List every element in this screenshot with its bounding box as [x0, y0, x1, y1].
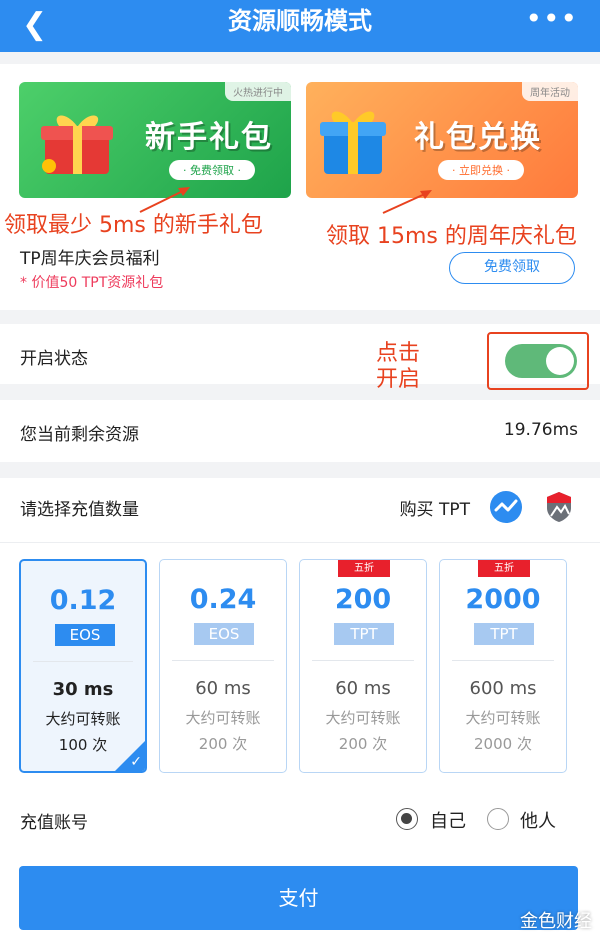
recharge-option-card[interactable]: 五折 200 TPT 60 ms 大约可转账 200 次: [299, 559, 427, 773]
resource-value: 19.76ms: [503, 420, 578, 440]
option-ms: 30 ms: [52, 679, 114, 700]
newbie-gift-banner[interactable]: 火热进行中 新手礼包 · 免费领取 ·: [19, 82, 291, 198]
trend-chart-icon[interactable]: [489, 490, 523, 524]
discount-badge: 五折: [478, 560, 530, 577]
welfare-title: TP周年庆会员福利: [20, 249, 160, 269]
shield-icon[interactable]: [545, 490, 573, 524]
banner-title: 新手礼包: [145, 120, 273, 155]
option-amount: 0.24: [189, 584, 257, 615]
account-label: 充值账号: [20, 813, 88, 833]
option-transfer-label: 大约可转账: [325, 709, 401, 727]
option-transfer-count: 2000 次: [474, 735, 532, 753]
option-ms: 600 ms: [469, 678, 537, 699]
recharge-option-card[interactable]: 0.12 EOS 30 ms 大约可转账 100 次 ✓: [19, 559, 147, 773]
radio-self[interactable]: [396, 808, 418, 830]
annotation-line-1: 点击: [376, 341, 421, 366]
radio-others-label[interactable]: 他人: [520, 807, 556, 833]
exchange-gift-banner[interactable]: 周年活动 礼包兑换 · 立即兑换 ·: [306, 82, 578, 198]
option-unit: EOS: [55, 624, 115, 646]
banner-title: 礼包兑换: [414, 120, 542, 155]
toggle-knob: [546, 347, 574, 375]
option-transfer-label: 大约可转账: [185, 709, 261, 727]
annotation-anniversary-gift: 领取 15ms 的周年庆礼包: [326, 224, 577, 249]
option-unit: EOS: [194, 623, 254, 645]
page-title: 资源顺畅模式: [228, 7, 372, 35]
card-divider: [33, 661, 133, 662]
pay-button[interactable]: 支付: [19, 866, 578, 930]
option-transfer-label: 大约可转账: [45, 710, 121, 728]
option-transfer-label: 大约可转账: [465, 709, 541, 727]
option-amount: 0.12: [49, 585, 117, 616]
banner-tag: 火热进行中: [225, 82, 291, 101]
annotation-line-2: 开启: [376, 367, 421, 392]
card-divider: [172, 660, 274, 661]
radio-others[interactable]: [487, 808, 509, 830]
buy-tpt-label[interactable]: 购买 TPT: [400, 495, 470, 520]
watermark: 金色财经: [520, 911, 592, 932]
top-bar: ❮ 资源顺畅模式 •••: [0, 0, 600, 52]
option-unit: TPT: [474, 623, 534, 645]
more-dots-icon[interactable]: •••: [525, 2, 578, 35]
resource-label: 您当前剩余资源: [20, 425, 139, 445]
status-toggle[interactable]: [505, 344, 577, 378]
annotation-newbie-gift: 领取最少 5ms 的新手礼包: [4, 213, 263, 238]
free-claim-button[interactable]: 免费领取: [449, 252, 575, 284]
gift-box-icon: [320, 111, 386, 174]
recharge-option-card[interactable]: 五折 2000 TPT 600 ms 大约可转账 2000 次: [439, 559, 567, 773]
banner-tag: 周年活动: [522, 82, 578, 101]
check-icon: ✓: [130, 754, 142, 770]
option-amount: 200: [334, 584, 392, 615]
banner-button[interactable]: · 立即兑换 ·: [438, 160, 524, 180]
radio-self-label[interactable]: 自己: [430, 807, 466, 833]
banner-button[interactable]: · 免费领取 ·: [169, 160, 255, 180]
option-transfer-count: 200 次: [198, 735, 248, 753]
card-divider: [452, 660, 554, 661]
status-label: 开启状态: [20, 349, 88, 369]
gift-box-icon: [41, 115, 113, 174]
divider: [0, 542, 600, 543]
annotation-click-open: 点击 开启: [376, 341, 420, 393]
discount-badge: 五折: [338, 560, 390, 577]
option-ms: 60 ms: [195, 678, 251, 699]
option-unit: TPT: [334, 623, 394, 645]
recharge-option-card[interactable]: 0.24 EOS 60 ms 大约可转账 200 次: [159, 559, 287, 773]
recharge-label: 请选择充值数量: [20, 500, 139, 520]
card-divider: [312, 660, 414, 661]
option-ms: 60 ms: [335, 678, 391, 699]
option-amount: 2000: [465, 584, 541, 615]
welfare-subtitle: * 价值50 TPT资源礼包: [20, 275, 164, 291]
option-transfer-count: 200 次: [338, 735, 388, 753]
